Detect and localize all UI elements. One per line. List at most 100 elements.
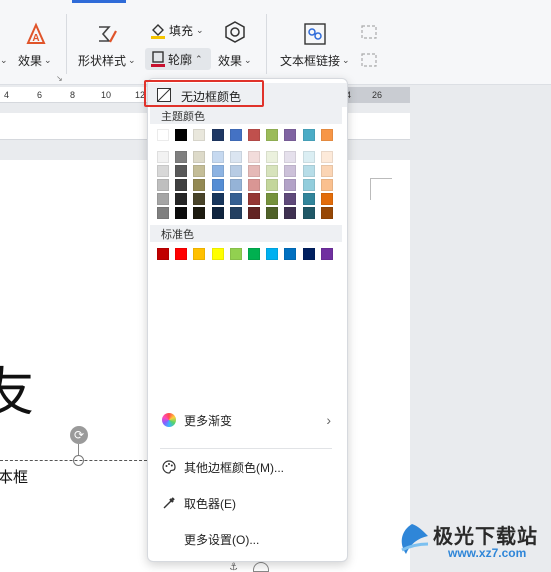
theme-color-swatch[interactable] xyxy=(212,129,224,141)
shape-style-button[interactable]: 形状样式 ⌄ xyxy=(78,52,136,69)
theme-shade-swatch[interactable] xyxy=(157,179,169,191)
theme-shade-swatch[interactable] xyxy=(248,165,260,177)
theme-color-swatch[interactable] xyxy=(266,129,278,141)
theme-shade-swatch[interactable] xyxy=(303,165,315,177)
standard-color-swatch[interactable] xyxy=(248,248,260,260)
theme-shade-swatch[interactable] xyxy=(193,179,205,191)
theme-shade-swatch[interactable] xyxy=(193,151,205,163)
chevron-right-icon: › xyxy=(326,412,331,428)
standard-color-swatch[interactable] xyxy=(157,248,169,260)
theme-shade-swatch[interactable] xyxy=(266,207,278,219)
theme-shade-swatch[interactable] xyxy=(303,193,315,205)
theme-color-swatch[interactable] xyxy=(175,129,187,141)
ruler-tick: 4 xyxy=(4,90,10,100)
standard-colors-title: 标准色 xyxy=(161,229,194,241)
textbox-link-icon[interactable] xyxy=(303,22,327,49)
theme-shade-swatch[interactable] xyxy=(266,151,278,163)
rotate-handle-icon[interactable]: ⟳ xyxy=(70,426,88,444)
theme-shade-swatch[interactable] xyxy=(284,193,296,205)
theme-shade-swatch[interactable] xyxy=(303,151,315,163)
text-effects-icon[interactable]: A xyxy=(24,22,48,49)
standard-color-swatch[interactable] xyxy=(193,248,205,260)
theme-shade-swatch[interactable] xyxy=(193,193,205,205)
break-link-icon[interactable] xyxy=(360,52,378,71)
theme-shade-swatch[interactable] xyxy=(321,193,333,205)
layout-options-icon[interactable] xyxy=(253,562,269,572)
theme-shade-swatch[interactable] xyxy=(248,193,260,205)
effects-left-button[interactable]: 效果 ⌄ xyxy=(18,52,52,69)
theme-shade-swatch[interactable] xyxy=(157,193,169,205)
textbox-text[interactable]: 本框 xyxy=(0,466,28,487)
theme-shade-swatch[interactable] xyxy=(303,207,315,219)
theme-shade-swatch[interactable] xyxy=(284,179,296,191)
theme-shade-swatch[interactable] xyxy=(230,179,242,191)
theme-shade-swatch[interactable] xyxy=(230,193,242,205)
create-link-icon[interactable] xyxy=(360,24,378,43)
theme-shade-swatch[interactable] xyxy=(175,151,187,163)
theme-color-swatch[interactable] xyxy=(303,129,315,141)
theme-shade-swatch[interactable] xyxy=(230,151,242,163)
active-tab-indicator xyxy=(72,0,126,3)
textbox-link-label: 文本框链接 xyxy=(280,54,341,68)
theme-shade-swatch[interactable] xyxy=(284,151,296,163)
theme-shade-swatch[interactable] xyxy=(321,207,333,219)
theme-color-swatch[interactable] xyxy=(157,129,169,141)
fill-button[interactable]: 填充 ⌄ xyxy=(150,22,204,39)
shape-style-icon[interactable] xyxy=(95,22,119,49)
standard-color-swatch[interactable] xyxy=(266,248,278,260)
theme-shade-swatch[interactable] xyxy=(230,165,242,177)
theme-shade-swatch[interactable] xyxy=(212,151,224,163)
theme-shade-swatch[interactable] xyxy=(212,165,224,177)
theme-shade-swatch[interactable] xyxy=(321,151,333,163)
theme-shade-swatch[interactable] xyxy=(212,179,224,191)
textbox-link-button[interactable]: 文本框链接 ⌄ xyxy=(280,52,350,69)
palette-icon xyxy=(162,460,176,474)
theme-shade-swatch[interactable] xyxy=(157,151,169,163)
more-gradient-item[interactable]: 更多渐变 › xyxy=(148,407,347,433)
standard-color-swatch[interactable] xyxy=(230,248,242,260)
theme-color-swatch[interactable] xyxy=(321,129,333,141)
shape-effects-icon[interactable] xyxy=(223,20,247,47)
ribbon-separator xyxy=(266,14,267,74)
theme-shade-swatch[interactable] xyxy=(248,179,260,191)
theme-shade-swatch[interactable] xyxy=(266,193,278,205)
standard-color-swatch[interactable] xyxy=(212,248,224,260)
theme-shade-swatch[interactable] xyxy=(212,207,224,219)
theme-shade-swatch[interactable] xyxy=(175,179,187,191)
theme-shade-swatch[interactable] xyxy=(193,165,205,177)
theme-shade-swatch[interactable] xyxy=(157,165,169,177)
theme-shade-swatch[interactable] xyxy=(266,179,278,191)
document-glyph: 友 xyxy=(0,363,35,423)
standard-color-swatch[interactable] xyxy=(321,248,333,260)
theme-color-swatch[interactable] xyxy=(248,129,260,141)
eyedropper-item[interactable]: 取色器(E) xyxy=(148,490,347,516)
standard-color-swatch[interactable] xyxy=(303,248,315,260)
theme-shade-swatch[interactable] xyxy=(248,207,260,219)
theme-shade-swatch[interactable] xyxy=(284,165,296,177)
theme-shade-swatch[interactable] xyxy=(321,165,333,177)
chevron-up-icon: ⌃ xyxy=(195,53,203,64)
theme-shade-swatch[interactable] xyxy=(266,165,278,177)
theme-shade-swatch[interactable] xyxy=(284,207,296,219)
theme-color-swatch[interactable] xyxy=(230,129,242,141)
theme-shade-swatch[interactable] xyxy=(193,207,205,219)
theme-shade-swatch[interactable] xyxy=(175,207,187,219)
more-settings-item[interactable]: 更多设置(O)... xyxy=(148,526,347,552)
theme-shade-swatch[interactable] xyxy=(175,165,187,177)
theme-shade-swatch[interactable] xyxy=(157,207,169,219)
theme-color-swatch[interactable] xyxy=(193,129,205,141)
theme-shade-swatch[interactable] xyxy=(248,151,260,163)
standard-color-swatch[interactable] xyxy=(284,248,296,260)
outline-button[interactable]: 轮廓 ⌃ xyxy=(145,48,211,70)
theme-color-swatch[interactable] xyxy=(284,129,296,141)
theme-shade-swatch[interactable] xyxy=(175,193,187,205)
other-border-colors-item[interactable]: 其他边框颜色(M)... xyxy=(148,454,347,480)
theme-shade-swatch[interactable] xyxy=(212,193,224,205)
theme-shade-swatch[interactable] xyxy=(303,179,315,191)
shape-style-label: 形状样式 xyxy=(78,54,127,68)
theme-shade-swatch[interactable] xyxy=(321,179,333,191)
standard-color-swatch[interactable] xyxy=(175,248,187,260)
group-launcher-icon[interactable]: ↘ xyxy=(56,74,63,83)
theme-shade-swatch[interactable] xyxy=(230,207,242,219)
effects-button[interactable]: 效果 ⌄ xyxy=(218,52,252,69)
